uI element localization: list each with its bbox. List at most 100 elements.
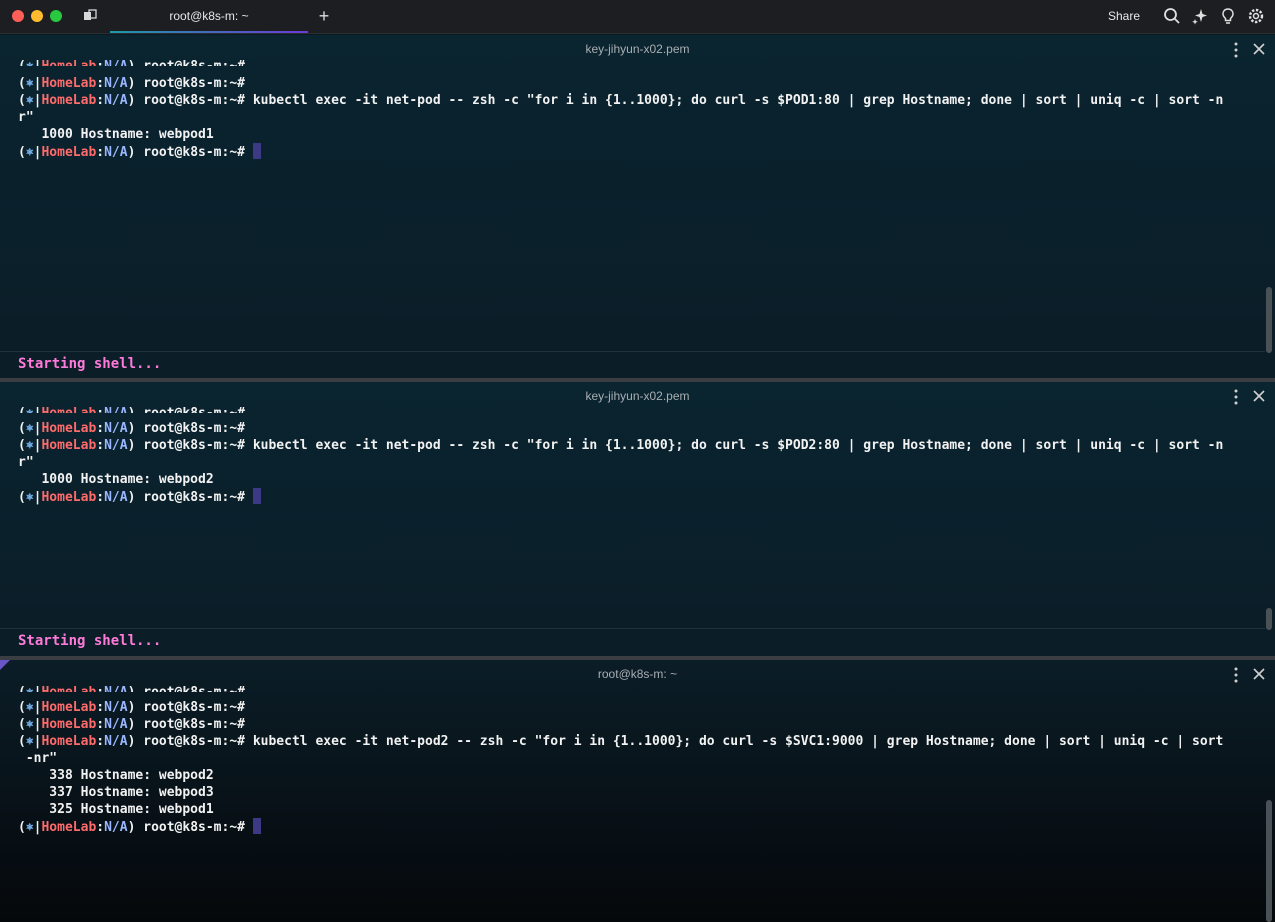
settings-icon[interactable] — [1247, 7, 1265, 25]
active-tab-indicator — [110, 31, 308, 33]
more-options-icon[interactable] — [1230, 388, 1242, 406]
command-line: (⎈|HomeLab:N/A) root@k8s-m:~# kubectl ex… — [18, 93, 1224, 108]
namespace-name: N/A — [104, 734, 128, 749]
cluster-name: HomeLab — [41, 76, 97, 91]
kube-icon: ⎈ — [25, 76, 34, 91]
command-line: (⎈|HomeLab:N/A) root@k8s-m:~# kubectl ex… — [18, 438, 1224, 453]
kube-icon: ⎈ — [25, 421, 34, 436]
more-options-icon[interactable] — [1230, 666, 1242, 684]
prompt-user-host: ) root@k8s-m:~# — [127, 820, 245, 835]
prompt-colon: : — [96, 93, 105, 108]
terminal-pane-2[interactable]: key-jihyun-x02.pem (⎈|HomeLab:N/A) root@… — [0, 382, 1275, 656]
search-icon[interactable] — [1163, 7, 1181, 25]
prompt-colon: : — [96, 145, 105, 160]
divider — [0, 628, 1265, 629]
prompt-colon: : — [96, 76, 105, 91]
divider — [0, 351, 1265, 352]
prompt-colon: : — [96, 490, 105, 505]
namespace-name: N/A — [104, 717, 128, 732]
ai-sparkle-icon[interactable] — [1191, 7, 1209, 25]
prompt-user-host: ) root@k8s-m:~# — [127, 93, 245, 108]
shell-prompt: (⎈|HomeLab:N/A) root@k8s-m:~# — [18, 685, 245, 692]
share-button[interactable]: Share — [1108, 9, 1140, 23]
namespace-name: N/A — [104, 490, 128, 505]
prompt-colon: : — [96, 700, 105, 715]
shell-prompt: (⎈|HomeLab:N/A) root@k8s-m:~# — [18, 59, 245, 66]
scrollbar[interactable] — [1266, 287, 1272, 353]
minimize-window-button[interactable] — [31, 10, 43, 22]
prompt-line: (⎈|HomeLab:N/A) root@k8s-m:~# — [18, 699, 245, 716]
namespace-name: N/A — [104, 438, 128, 453]
prompt-line: (⎈|HomeLab:N/A) root@k8s-m:~# — [18, 75, 245, 92]
close-window-button[interactable] — [12, 10, 24, 22]
output-line: 338 Hostname: webpod2 — [18, 768, 214, 783]
prompt-colon: : — [96, 406, 104, 413]
tabs-icon[interactable] — [83, 9, 97, 23]
cluster-name: HomeLab — [41, 145, 97, 160]
status-text: Starting shell... — [18, 633, 162, 649]
prompt-paren: ( — [18, 490, 26, 505]
shell-prompt: (⎈|HomeLab:N/A) root@k8s-m:~# — [18, 145, 245, 160]
prompt-user-host: ) root@k8s-m:~# — [127, 490, 245, 505]
more-options-icon[interactable] — [1230, 41, 1242, 59]
prompt-paren: ( — [18, 717, 26, 732]
shell-prompt: (⎈|HomeLab:N/A) root@k8s-m:~# — [18, 76, 245, 91]
terminal-pane-1[interactable]: key-jihyun-x02.pem (⎈|HomeLab:N/A) root@… — [0, 35, 1275, 378]
prompt-paren: ( — [18, 76, 26, 91]
kube-icon: ⎈ — [25, 145, 34, 160]
prompt-paren: ( — [18, 145, 26, 160]
prompt-paren: ( — [18, 685, 26, 692]
kube-icon: ⎈ — [26, 59, 34, 66]
output-line: 325 Hostname: webpod1 — [18, 802, 214, 817]
kube-icon: ⎈ — [25, 490, 34, 505]
scrollbar[interactable] — [1266, 800, 1272, 922]
namespace-name: N/A — [104, 93, 128, 108]
maximize-window-button[interactable] — [50, 10, 62, 22]
new-tab-button[interactable]: + — [315, 5, 333, 27]
cluster-name: HomeLab — [41, 59, 96, 66]
prompt-line: (⎈|HomeLab:N/A) root@k8s-m:~# — [18, 716, 245, 733]
close-pane-icon[interactable] — [1252, 389, 1266, 403]
namespace-name: N/A — [104, 685, 127, 692]
prompt-colon: : — [96, 59, 104, 66]
shell-prompt: (⎈|HomeLab:N/A) root@k8s-m:~# — [18, 820, 245, 835]
clipped-prompt-line: (⎈|HomeLab:N/A) root@k8s-m:~# — [18, 58, 245, 66]
prompt-colon: : — [96, 717, 105, 732]
kube-icon: ⎈ — [25, 438, 34, 453]
cluster-name: HomeLab — [41, 700, 97, 715]
terminal-pane-3[interactable]: root@k8s-m: ~ (⎈|HomeLab:N/A) root@k8s-m… — [0, 660, 1275, 922]
namespace-name: N/A — [104, 820, 128, 835]
close-pane-icon[interactable] — [1252, 667, 1266, 681]
prompt-user-host: ) root@k8s-m:~# — [127, 145, 245, 160]
lightbulb-icon[interactable] — [1219, 7, 1237, 25]
kube-icon: ⎈ — [25, 93, 34, 108]
shell-prompt: (⎈|HomeLab:N/A) root@k8s-m:~# — [18, 93, 245, 108]
cluster-name: HomeLab — [41, 685, 96, 692]
text-cursor — [252, 488, 261, 504]
cluster-name: HomeLab — [41, 93, 97, 108]
close-pane-icon[interactable] — [1252, 42, 1266, 56]
prompt-line: (⎈|HomeLab:N/A) root@k8s-m:~# — [18, 420, 245, 437]
prompt-colon: : — [96, 438, 105, 453]
namespace-name: N/A — [104, 406, 127, 413]
pane-title: key-jihyun-x02.pem — [585, 42, 690, 56]
command-wrap-line: -nr" — [18, 751, 58, 766]
scrollbar[interactable] — [1266, 608, 1272, 630]
output-line: 337 Hostname: webpod3 — [18, 785, 214, 800]
prompt-user-host: ) root@k8s-m:~# — [127, 734, 245, 749]
namespace-name: N/A — [104, 145, 128, 160]
prompt-colon: : — [96, 685, 104, 692]
prompt-user-host: ) root@k8s-m:~# — [128, 59, 245, 66]
prompt-user-host: ) root@k8s-m:~# — [128, 685, 245, 692]
cluster-name: HomeLab — [41, 406, 96, 413]
prompt-paren: ( — [18, 421, 26, 436]
prompt-user-host: ) root@k8s-m:~# — [127, 421, 245, 436]
prompt-paren: ( — [18, 93, 26, 108]
active-prompt-line: (⎈|HomeLab:N/A) root@k8s-m:~# — [18, 488, 261, 506]
prompt-colon: : — [96, 734, 105, 749]
tab-root-k8s-m[interactable]: root@k8s-m: ~ — [110, 0, 308, 34]
cluster-name: HomeLab — [41, 421, 97, 436]
shell-prompt: (⎈|HomeLab:N/A) root@k8s-m:~# — [18, 734, 245, 749]
active-prompt-line: (⎈|HomeLab:N/A) root@k8s-m:~# — [18, 143, 261, 161]
kube-icon: ⎈ — [25, 820, 34, 835]
